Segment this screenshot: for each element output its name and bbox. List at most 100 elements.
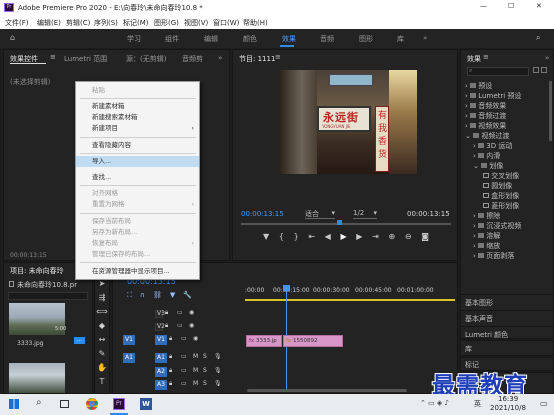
- effects-search-field[interactable]: ⌕: [467, 67, 529, 76]
- mark-in-icon[interactable]: {: [279, 232, 284, 241]
- workspace-tab-libraries[interactable]: 库: [397, 34, 404, 44]
- tab-lumetri-scopes[interactable]: Lumetri 范围: [64, 54, 107, 64]
- menu-item-reset-to-grid[interactable]: 重置为网格 ›: [92, 199, 200, 210]
- menu-help[interactable]: 帮助(H): [243, 18, 268, 28]
- program-scrub-bar[interactable]: [241, 223, 451, 225]
- input-language[interactable]: 英: [474, 399, 481, 409]
- panel-more-button[interactable]: »: [218, 54, 222, 62]
- mark-out-icon[interactable]: }: [294, 232, 299, 241]
- workspace-tab-editing[interactable]: 编辑: [204, 34, 218, 44]
- panel-menu-icon[interactable]: ≡: [275, 53, 281, 61]
- menu-clip[interactable]: 剪辑(C): [66, 18, 90, 28]
- sync-lock-icon[interactable]: ▭: [181, 335, 187, 342]
- slip-tool-icon[interactable]: ↔: [99, 335, 106, 344]
- panel-more-button[interactable]: »: [545, 54, 549, 62]
- menu-item-new-item[interactable]: 新建项目 ›: [92, 123, 200, 134]
- lock-icon[interactable]: 🔒︎: [169, 353, 172, 361]
- playhead-marker[interactable]: [337, 220, 342, 225]
- lock-icon[interactable]: 🔒︎: [169, 380, 172, 388]
- tree-item[interactable]: › 内滑: [473, 151, 500, 161]
- tree-item[interactable]: › 页面剥落: [473, 251, 514, 261]
- menu-sequence[interactable]: 序列(S): [94, 18, 118, 28]
- 32bit-effects-icon[interactable]: [541, 67, 547, 73]
- effects-scrollbar[interactable]: [549, 81, 552, 141]
- menu-view[interactable]: 视图(V): [184, 18, 208, 28]
- minimize-button[interactable]: —: [480, 2, 487, 10]
- close-button[interactable]: ✕: [536, 2, 542, 10]
- ripple-edit-icon[interactable]: ⟺: [96, 307, 107, 316]
- menu-item-reveal-in-explorer[interactable]: 在资源管理器中显示项目...: [92, 266, 200, 277]
- track-target-toggle[interactable]: A1: [155, 353, 167, 363]
- workspace-tab-effects[interactable]: 效果: [282, 34, 296, 44]
- track-select-icon[interactable]: ⇶: [99, 293, 106, 302]
- add-marker-icon[interactable]: ▼: [263, 232, 269, 241]
- chrome-icon[interactable]: [86, 398, 98, 410]
- tree-item[interactable]: › 溶解: [473, 231, 500, 241]
- libraries-section[interactable]: 库: [460, 340, 554, 356]
- step-back-icon[interactable]: ◀: [325, 232, 331, 241]
- notification-icon[interactable]: ▭: [540, 399, 548, 408]
- play-icon[interactable]: ▶: [340, 232, 346, 241]
- extract-icon[interactable]: ⊖: [405, 232, 412, 241]
- word-icon[interactable]: W: [140, 398, 152, 410]
- tree-item[interactable]: 圆划像: [483, 181, 512, 191]
- tree-item[interactable]: › 缩放: [473, 241, 500, 251]
- sync-lock-icon[interactable]: ▭: [181, 353, 187, 360]
- menu-window[interactable]: 窗口(W): [213, 18, 239, 28]
- export-frame-icon[interactable]: ◙: [421, 232, 429, 241]
- media-thumbnail[interactable]: [9, 363, 65, 393]
- tab-audio-clip-mixer[interactable]: 音频剪: [182, 54, 203, 64]
- tree-item[interactable]: 盒形划像: [483, 191, 519, 201]
- tree-item[interactable]: › 音频效果: [465, 101, 506, 111]
- menu-item-align-to-grid[interactable]: 对齐网格: [92, 188, 200, 199]
- solo-toggle[interactable]: S: [203, 367, 207, 374]
- timeline-playhead-head[interactable]: [283, 285, 290, 291]
- mute-toggle[interactable]: M: [193, 367, 198, 374]
- lift-icon[interactable]: ⊕: [388, 232, 395, 241]
- workspace-tab-graphics[interactable]: 图形: [359, 34, 373, 44]
- step-forward-icon[interactable]: ▶: [356, 232, 362, 241]
- microphone-icon[interactable]: 🎙︎: [214, 367, 222, 374]
- eye-icon[interactable]: ◉: [189, 322, 194, 329]
- search-icon[interactable]: ⌕: [36, 397, 42, 408]
- lock-icon[interactable]: 🔒︎: [169, 335, 172, 343]
- workspace-tab-assembly[interactable]: 组件: [165, 34, 179, 44]
- lock-icon[interactable]: 🔒︎: [165, 322, 168, 330]
- selection-tool-icon[interactable]: ➤: [99, 279, 106, 288]
- windows-start-icon[interactable]: [9, 399, 19, 409]
- menu-item-save-as-layout[interactable]: 另存为新布局...: [92, 227, 200, 238]
- home-icon[interactable]: ⌂: [10, 33, 15, 42]
- accelerated-effects-icon[interactable]: [533, 67, 539, 73]
- microphone-icon[interactable]: 🎙︎: [214, 380, 222, 387]
- lock-icon[interactable]: 🔒︎: [165, 309, 168, 317]
- linked-selection-icon[interactable]: ⛓: [153, 291, 162, 300]
- program-timecode[interactable]: 00:00:13:15: [241, 210, 284, 218]
- essential-sound-section[interactable]: 基本声音: [461, 310, 553, 324]
- lock-icon[interactable]: 🔒︎: [169, 367, 172, 375]
- tree-item[interactable]: › 视频效果: [465, 121, 506, 131]
- fit-select[interactable]: 适合 ▾: [305, 209, 335, 219]
- search-icon[interactable]: ⌕: [536, 33, 540, 43]
- tree-item[interactable]: › 预设: [465, 81, 492, 91]
- source-patch-v1[interactable]: V1: [123, 335, 135, 345]
- sync-lock-icon[interactable]: ▭: [181, 367, 187, 374]
- workspace-tab-learn[interactable]: 学习: [127, 34, 141, 44]
- menu-item-view-hidden[interactable]: 查看隐藏内容: [92, 140, 200, 151]
- tree-item[interactable]: ⌄ 划像: [473, 161, 503, 171]
- workspaces-more-button[interactable]: »: [423, 34, 427, 42]
- menu-item-new-search-bin[interactable]: 新建搜索素材箱: [92, 112, 200, 123]
- menu-item-manage-layouts[interactable]: 管理已保存的布局...: [92, 249, 200, 260]
- type-tool-icon[interactable]: T: [100, 377, 105, 386]
- tree-item[interactable]: › 擦除: [473, 211, 500, 221]
- task-view-icon[interactable]: [60, 400, 69, 408]
- menu-marker[interactable]: 标记(M): [123, 18, 149, 28]
- menu-item-new-bin[interactable]: 新建素材箱: [92, 101, 200, 112]
- mute-toggle[interactable]: M: [193, 380, 198, 387]
- workspace-tab-audio[interactable]: 音频: [320, 34, 334, 44]
- clock-date[interactable]: 2021/10/8: [490, 404, 526, 412]
- tree-item[interactable]: › Lumetri 预设: [465, 91, 521, 101]
- timeline-clip[interactable]: fx 3333.jp: [246, 335, 282, 347]
- menu-item-find[interactable]: 查找...: [92, 172, 200, 183]
- project-search-field[interactable]: [8, 292, 88, 300]
- razor-tool-icon[interactable]: ◆: [99, 321, 105, 330]
